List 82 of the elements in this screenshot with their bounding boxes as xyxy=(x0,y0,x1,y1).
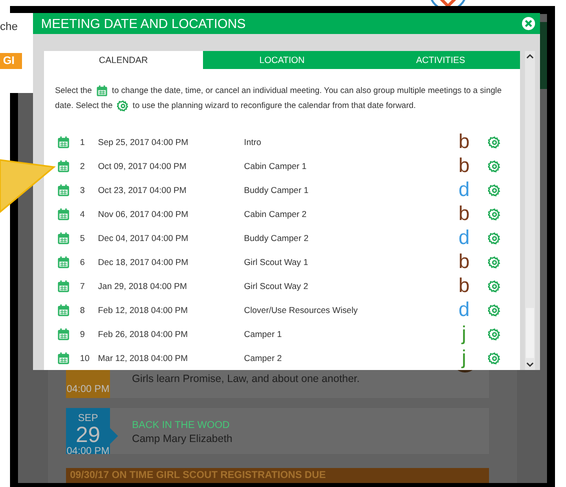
event-description: Camp Mary Elizabeth xyxy=(132,433,232,445)
badge-letter: j xyxy=(460,323,468,345)
close-icon[interactable] xyxy=(521,16,536,31)
badge-letter: b xyxy=(457,155,471,177)
badge-letter: d xyxy=(457,179,471,201)
settings-icon[interactable] xyxy=(488,232,501,244)
settings-icon[interactable] xyxy=(488,208,501,220)
calendar-icon[interactable] xyxy=(57,328,70,340)
badge-letter: b xyxy=(457,275,471,297)
meeting-number: 5 xyxy=(80,233,86,243)
meeting-date: Mar 12, 2018 04:00 PM xyxy=(98,353,189,363)
calendar-icon[interactable] xyxy=(57,352,70,364)
meeting-number: 4 xyxy=(80,209,86,219)
meeting-date: Nov 06, 2017 04:00 PM xyxy=(98,209,190,219)
meeting-number: 7 xyxy=(80,281,86,291)
meeting-name: Intro xyxy=(244,137,262,147)
meeting-date: Dec 04, 2017 04:00 PM xyxy=(98,233,190,243)
event-time: 04:00 PM xyxy=(66,384,110,395)
meeting-date: Feb 12, 2018 04:00 PM xyxy=(98,305,189,315)
badge-letter: b xyxy=(457,251,471,273)
meeting-name: Camper 2 xyxy=(244,353,283,363)
event-month: SEP xyxy=(78,413,98,424)
calendar-icon[interactable] xyxy=(57,232,70,244)
event-time: 04:00 PM xyxy=(66,446,110,457)
calendar-icon[interactable] xyxy=(57,304,70,316)
settings-icon[interactable] xyxy=(488,280,501,292)
settings-icon[interactable] xyxy=(488,352,501,364)
meeting-name: Buddy Camper 1 xyxy=(244,185,310,195)
scrollbar-thumb[interactable] xyxy=(526,308,534,358)
page-text: che xyxy=(0,21,19,33)
gear-icon[interactable] xyxy=(116,100,129,112)
instruction-text: date. Select the xyxy=(55,99,113,112)
meeting-date: Dec 18, 2017 04:00 PM xyxy=(98,257,190,267)
badge-letter: d xyxy=(457,227,471,249)
meeting-date: Jan 29, 2018 04:00 PM xyxy=(98,281,188,291)
meeting-date: Sep 25, 2017 04:00 PM xyxy=(98,137,190,147)
meeting-name: Girl Scout Way 1 xyxy=(244,257,310,267)
meeting-name: Girl Scout Way 2 xyxy=(244,281,310,291)
calendar-icon[interactable] xyxy=(57,256,70,268)
settings-icon[interactable] xyxy=(488,136,501,148)
meeting-number: 6 xyxy=(80,257,86,267)
meeting-name: Buddy Camper 2 xyxy=(244,233,310,243)
meeting-name: Camper 1 xyxy=(244,329,283,339)
meeting-name: Clover/Use Resources Wisely xyxy=(244,305,359,315)
meeting-number: 2 xyxy=(80,161,86,171)
tab[interactable]: LOCATION xyxy=(202,51,362,69)
badge-letter: b xyxy=(457,203,471,225)
settings-icon[interactable] xyxy=(488,256,501,268)
event-day: 29 xyxy=(76,424,100,446)
settings-icon[interactable] xyxy=(488,184,501,196)
event-title: BACK IN THE WOOD xyxy=(132,420,231,431)
meeting-date: Feb 26, 2018 04:00 PM xyxy=(98,329,189,339)
badge-letter: b xyxy=(457,131,471,153)
calendar-icon[interactable] xyxy=(57,184,70,196)
meeting-name: Cabin Camper 2 xyxy=(244,209,308,219)
calendar-icon[interactable] xyxy=(57,208,70,220)
badge-letter: j xyxy=(460,347,468,369)
meeting-date: Oct 23, 2017 04:00 PM xyxy=(98,185,188,195)
meeting-name: Cabin Camper 1 xyxy=(244,161,308,171)
meeting-date: Oct 09, 2017 04:00 PM xyxy=(98,161,188,171)
instruction-text: Select the xyxy=(55,84,92,97)
instruction-text: to change the date, time, or cancel an individual meeting. You can also group multiple meetings to a single xyxy=(112,84,502,97)
tab[interactable]: ACTIVITIES xyxy=(361,51,520,69)
calendar-icon[interactable] xyxy=(96,84,108,96)
calendar-icon[interactable] xyxy=(57,160,70,172)
settings-icon[interactable] xyxy=(488,160,501,172)
register-button[interactable]: GI xyxy=(0,53,22,69)
dialog-title: MEETING DATE AND LOCATIONS xyxy=(41,16,246,31)
meeting-number: 1 xyxy=(80,137,86,147)
settings-icon[interactable] xyxy=(488,328,501,340)
settings-icon[interactable] xyxy=(488,304,501,316)
badge-letter: d xyxy=(457,299,471,321)
meeting-number: 10 xyxy=(80,353,91,363)
calendar-icon[interactable] xyxy=(57,280,70,292)
notice-bar: 09/30/17 ON TIME GIRL SCOUT REGISTRATIONS DUE xyxy=(66,468,489,483)
meeting-number: 3 xyxy=(80,185,86,195)
scrollbar[interactable] xyxy=(525,51,535,370)
calendar-icon[interactable] xyxy=(57,136,70,148)
event-description: Girls learn Promise, Law, and about one another. xyxy=(132,373,360,385)
meeting-number: 8 xyxy=(80,305,86,315)
instruction-text: to use the planning wizard to reconfigure the calendar from that date forward. xyxy=(132,99,416,112)
meeting-number: 9 xyxy=(80,329,86,339)
